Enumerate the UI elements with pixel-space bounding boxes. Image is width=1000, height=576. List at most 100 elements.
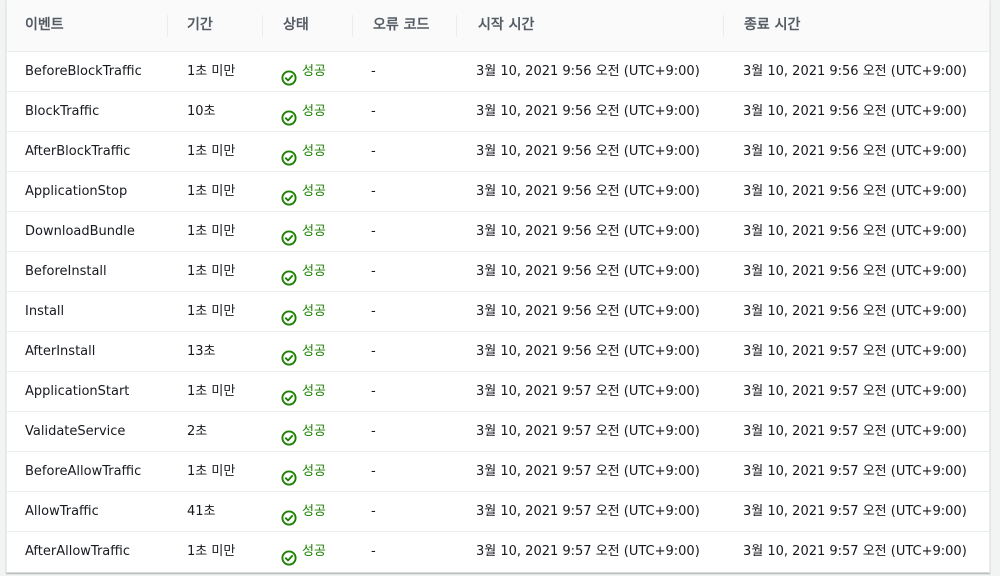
event-status: 성공: [281, 212, 326, 251]
start-time: 3월 10, 2021 9:56 오전 (UTC+9:00): [476, 264, 700, 279]
event-status: 성공: [281, 412, 326, 451]
error-code: -: [371, 64, 376, 79]
column-divider: [456, 15, 457, 37]
end-time: 3월 10, 2021 9:57 오전 (UTC+9:00): [743, 464, 967, 479]
error-code: -: [371, 304, 376, 319]
column-header-duration: 기간: [187, 17, 213, 33]
start-time: 3월 10, 2021 9:56 오전 (UTC+9:00): [476, 184, 700, 199]
event-name: Install: [25, 304, 65, 319]
table-body: BeforeBlockTraffic 1초 미만 성공 -3월 10, 2021 9:…: [7, 52, 989, 571]
status-text: 성공: [302, 504, 326, 519]
table-row: BeforeInstall 1초 미만 성공 - 3월 10, 2021 9:56 오전…: [7, 252, 989, 292]
error-code: -: [371, 424, 376, 439]
event-duration: 2초: [187, 424, 208, 439]
event-duration: 1초 미만: [187, 384, 236, 399]
column-header-error-code: 오류 코드: [373, 17, 430, 33]
table-row: ValidateService 2초 성공 - 3월 10, 2021 9:57 오전 …: [7, 412, 989, 452]
end-time: 3월 10, 2021 9:56 오전 (UTC+9:00): [743, 64, 967, 79]
status-text: 성공: [302, 344, 326, 359]
start-time: 3월 10, 2021 9:56 오전 (UTC+9:00): [476, 344, 700, 359]
start-time: 3월 10, 2021 9:57 오전 (UTC+9:00): [476, 504, 700, 519]
end-time: 3월 10, 2021 9:56 오전 (UTC+9:00): [743, 184, 967, 199]
start-time: 3월 10, 2021 9:56 오전 (UTC+9:00): [476, 304, 700, 319]
error-code: -: [371, 344, 376, 359]
start-time: 3월 10, 2021 9:57 오전 (UTC+9:00): [476, 424, 700, 439]
event-name: AllowTraffic: [25, 504, 99, 519]
status-text: 성공: [302, 424, 326, 439]
table-row: AfterAllowTraffic 1초 미만 성공 - 3월 10, 2021 9:5…: [7, 532, 989, 571]
check-circle-icon: [281, 543, 297, 566]
event-name: ApplicationStop: [25, 184, 128, 199]
event-duration: 1초 미만: [187, 304, 236, 319]
status-text: 성공: [302, 184, 326, 199]
event-name: BlockTraffic: [25, 104, 100, 119]
start-time: 3월 10, 2021 9:56 오전 (UTC+9:00): [476, 104, 700, 119]
start-time: 3월 10, 2021 9:57 오전 (UTC+9:00): [476, 544, 700, 559]
status-text: 성공: [302, 104, 326, 119]
check-circle-icon: [281, 463, 297, 486]
table-row: AfterInstall 13초 성공 - 3월 10, 2021 9:56 오전 (U…: [7, 332, 989, 372]
end-time: 3월 10, 2021 9:57 오전 (UTC+9:00): [743, 384, 967, 399]
event-status: 성공: [281, 92, 326, 131]
table-row: Install 1초 미만 성공 - 3월 10, 2021 9:56 오전 (UTC+…: [7, 292, 989, 332]
error-code: -: [371, 264, 376, 279]
start-time: 3월 10, 2021 9:57 오전 (UTC+9:00): [476, 464, 700, 479]
end-time: 3월 10, 2021 9:56 오전 (UTC+9:00): [743, 104, 967, 119]
status-text: 성공: [302, 544, 326, 559]
event-duration: 1초 미만: [187, 184, 236, 199]
column-divider: [167, 15, 168, 37]
event-name: BeforeInstall: [25, 264, 107, 279]
event-name: BeforeAllowTraffic: [25, 464, 142, 479]
event-name: AfterAllowTraffic: [25, 544, 130, 559]
column-header-start-time: 시작 시간: [478, 17, 535, 33]
event-status: 성공: [281, 532, 326, 571]
table-row: BeforeBlockTraffic 1초 미만 성공 - 3월 10, 2021 9:…: [7, 52, 989, 92]
event-name: BeforeBlockTraffic: [25, 64, 142, 79]
event-duration: 13초: [187, 344, 216, 359]
check-circle-icon: [281, 223, 297, 246]
error-code: -: [371, 144, 376, 159]
event-duration: 1초 미만: [187, 464, 236, 479]
start-time: 3월 10, 2021 9:56 오전 (UTC+9:00): [476, 144, 700, 159]
check-circle-icon: [281, 303, 297, 326]
table-row: BeforeAllowTraffic 1초 미만 성공 - 3월 10, 2021 9:…: [7, 452, 989, 492]
table-row: AfterBlockTraffic 1초 미만 성공 - 3월 10, 2021 9:5…: [7, 132, 989, 172]
error-code: -: [371, 104, 376, 119]
check-circle-icon: [281, 343, 297, 366]
error-code: -: [371, 464, 376, 479]
event-duration: 1초 미만: [187, 264, 236, 279]
event-name: AfterInstall: [25, 344, 96, 359]
end-time: 3월 10, 2021 9:56 오전 (UTC+9:00): [743, 264, 967, 279]
column-divider: [352, 15, 353, 37]
event-duration: 1초 미만: [187, 144, 236, 159]
status-text: 성공: [302, 304, 326, 319]
event-status: 성공: [281, 252, 326, 291]
event-status: 성공: [281, 452, 326, 491]
column-header-status: 상태: [283, 17, 309, 33]
start-time: 3월 10, 2021 9:56 오전 (UTC+9:00): [476, 224, 700, 239]
table-row: ApplicationStart 1초 미만 성공 - 3월 10, 2021 9:57…: [7, 372, 989, 412]
end-time: 3월 10, 2021 9:57 오전 (UTC+9:00): [743, 504, 967, 519]
status-text: 성공: [302, 64, 326, 79]
check-circle-icon: [281, 503, 297, 526]
end-time: 3월 10, 2021 9:56 오전 (UTC+9:00): [743, 304, 967, 319]
status-text: 성공: [302, 144, 326, 159]
status-text: 성공: [302, 464, 326, 479]
error-code: -: [371, 184, 376, 199]
event-status: 성공: [281, 52, 326, 91]
end-time: 3월 10, 2021 9:56 오전 (UTC+9:00): [743, 224, 967, 239]
event-duration: 1초 미만: [187, 544, 236, 559]
start-time: 3월 10, 2021 9:57 오전 (UTC+9:00): [476, 384, 700, 399]
status-text: 성공: [302, 264, 326, 279]
status-text: 성공: [302, 384, 326, 399]
end-time: 3월 10, 2021 9:57 오전 (UTC+9:00): [743, 344, 967, 359]
event-status: 성공: [281, 492, 326, 531]
check-circle-icon: [281, 383, 297, 406]
check-circle-icon: [281, 103, 297, 126]
event-name: DownloadBundle: [25, 224, 135, 239]
event-name: ApplicationStart: [25, 384, 130, 399]
event-status: 성공: [281, 132, 326, 171]
lifecycle-events-table: 이벤트 기간 상태 오류 코드 시작 시간 종료 시간 BeforeBlockT…: [6, 0, 990, 573]
column-divider: [262, 15, 263, 37]
table-row: BlockTraffic 10초 성공 - 3월 10, 2021 9:56 오전 (U…: [7, 92, 989, 132]
